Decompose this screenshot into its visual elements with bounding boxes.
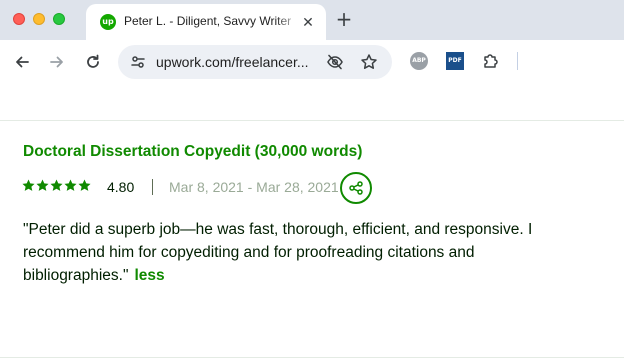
less-link[interactable]: less bbox=[134, 267, 164, 284]
pdf-extension-button[interactable]: PDF bbox=[446, 52, 464, 70]
adblock-extension-button[interactable]: ABP bbox=[410, 52, 428, 70]
section-divider bbox=[0, 357, 624, 358]
browser-toolbar: upwork.com/freelancer... bbox=[0, 40, 624, 84]
url-text[interactable]: upwork.com/freelancer... bbox=[156, 54, 342, 70]
arrow-left-icon bbox=[16, 56, 29, 68]
puzzle-icon[interactable] bbox=[481, 51, 501, 71]
plus-icon: + bbox=[335, 7, 353, 31]
window-close-button[interactable] bbox=[13, 13, 25, 25]
arrow-right-icon bbox=[50, 56, 63, 68]
address-bar[interactable]: upwork.com/freelancer... bbox=[118, 45, 392, 79]
review-job-title[interactable]: Doctoral Dissertation Copyedit (30,000 w… bbox=[23, 143, 362, 161]
close-icon[interactable]: ✕ bbox=[300, 14, 316, 30]
star-icon bbox=[36, 179, 49, 191]
tab-title: Peter L. - Diligent, Savvy Writer bbox=[124, 14, 292, 28]
review-quote: "Peter did a superb job—he was fast, tho… bbox=[23, 221, 533, 284]
meta-divider bbox=[152, 179, 153, 195]
window-zoom-button[interactable] bbox=[53, 13, 65, 25]
star-outline-icon[interactable] bbox=[360, 53, 378, 71]
share-button[interactable] bbox=[340, 172, 372, 204]
review-body: "Peter did a superb job—he was fast, tho… bbox=[23, 218, 593, 287]
star-icon bbox=[78, 179, 91, 191]
star-icon bbox=[22, 179, 35, 191]
forward-button[interactable] bbox=[47, 52, 67, 72]
tab-strip: up Peter L. - Diligent, Savvy Writer ✕ + bbox=[0, 0, 624, 40]
rating-value: 4.80 bbox=[107, 179, 135, 195]
section-divider bbox=[0, 120, 624, 121]
eye-off-icon[interactable] bbox=[326, 53, 344, 71]
star-icon bbox=[64, 179, 77, 191]
toolbar-divider bbox=[517, 52, 518, 70]
tune-icon[interactable] bbox=[130, 54, 146, 70]
window-minimize-button[interactable] bbox=[33, 13, 45, 25]
reload-icon bbox=[87, 54, 99, 68]
star-icon bbox=[50, 179, 63, 191]
reload-button[interactable] bbox=[83, 52, 103, 72]
new-tab-button[interactable]: + bbox=[334, 9, 354, 29]
active-tab[interactable]: up Peter L. - Diligent, Savvy Writer ✕ bbox=[86, 4, 326, 40]
star-rating bbox=[22, 179, 91, 193]
share-icon bbox=[349, 181, 363, 195]
upwork-icon: up bbox=[100, 14, 116, 30]
back-button[interactable] bbox=[12, 52, 32, 72]
review-dates: Mar 8, 2021 - Mar 28, 2021 bbox=[169, 179, 339, 195]
